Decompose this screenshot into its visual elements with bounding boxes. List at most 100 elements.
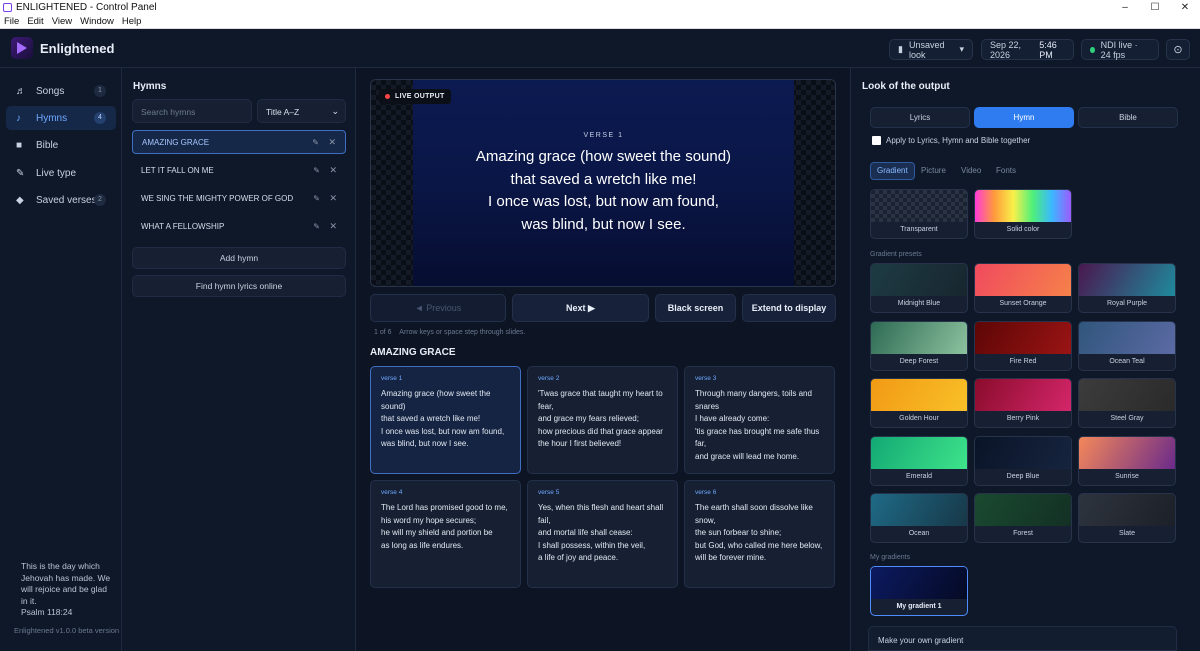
tile-label: Ocean (908, 530, 930, 537)
tab-fonts[interactable]: Fonts (990, 162, 1022, 180)
segment-lyrics[interactable]: Lyrics (870, 107, 970, 128)
verse-label: verse 4 (381, 489, 403, 496)
gradient-tile-deep-blue[interactable]: Deep Blue (974, 435, 1072, 486)
verse-label: verse 1 (381, 375, 403, 382)
menu-window[interactable]: Window (80, 16, 114, 27)
close-window-button[interactable]: ✕ (1170, 0, 1200, 15)
tab-gradient[interactable]: Gradient (870, 162, 915, 180)
menu-edit[interactable]: Edit (27, 16, 43, 27)
delete-icon[interactable]: ✕ (329, 165, 337, 176)
presets-label: Gradient presets (870, 251, 922, 258)
verse-card[interactable]: verse 6 The earth shall soon dissolve li… (684, 480, 835, 588)
sidebar-item-label: Bible (36, 139, 59, 151)
menu-file[interactable]: File (4, 16, 19, 27)
gradient-tile-midnight-blue[interactable]: Midnight Blue (870, 263, 968, 313)
sidebar-item-live-type[interactable]: ✎ Live type (6, 161, 116, 185)
delete-icon[interactable]: ✕ (329, 193, 337, 204)
keyboard-hint: Arrow keys or space step through slides. (399, 329, 526, 336)
segment-bible[interactable]: Bible (1078, 107, 1178, 128)
quote-reference: Psalm 118:24 (21, 607, 73, 617)
hymn-list-item[interactable]: WE SING THE MIGHTY POWER OF GOD ✎ ✕ (132, 186, 346, 210)
make-gradient-section[interactable]: Make your own gradient (868, 626, 1177, 651)
edit-icon[interactable]: ✎ (313, 222, 320, 231)
previous-button[interactable]: ◄ Previous (370, 294, 506, 322)
delete-icon[interactable]: ✕ (328, 137, 336, 148)
menu-bar: File Edit View Window Help (0, 15, 1200, 29)
gradient-tile-my-gradient-1[interactable]: My gradient 1 (870, 566, 968, 616)
edit-icon[interactable]: ✎ (312, 138, 319, 147)
hymn-list-panel: Hymns Search hymns Title A–Z ⌄ AMAZING G… (122, 68, 356, 651)
panel-title: Hymns (133, 81, 167, 92)
gradient-tile-berry-pink[interactable]: Berry Pink (974, 378, 1072, 428)
gradient-swatch (871, 494, 967, 526)
gradient-swatch (975, 379, 1071, 411)
quote-text: This is the day which Jehovah has made. … (21, 561, 111, 606)
menu-help[interactable]: Help (122, 16, 142, 27)
find-lyrics-online-button[interactable]: Find hymn lyrics online (132, 275, 346, 297)
sidebar-item-label: Songs (36, 85, 65, 97)
sidebar-item-saved-verses[interactable]: ◆ Saved verses 2 (6, 188, 116, 212)
gradient-tile-slate[interactable]: Slate (1078, 493, 1176, 543)
app-name: Enlightened (40, 41, 115, 56)
output-slide: VERSE 1 Amazing grace (how sweet the sou… (413, 80, 794, 286)
extend-to-display-button[interactable]: Extend to display (742, 294, 836, 322)
minimize-button[interactable]: – (1110, 0, 1140, 15)
gradient-tile-fire-red[interactable]: Fire Red (974, 320, 1072, 371)
sidebar-item-hymns[interactable]: ♪ Hymns 4 (6, 106, 116, 130)
gradient-tile-solid-color[interactable]: Solid color (974, 189, 1072, 239)
tab-picture[interactable]: Picture (915, 162, 952, 180)
verse-label: verse 5 (538, 489, 560, 496)
hymn-list-item[interactable]: AMAZING GRACE ✎ ✕ (132, 130, 346, 154)
verse-label: verse 6 (695, 489, 717, 496)
segment-hymn[interactable]: Hymn (974, 107, 1074, 128)
look-label: Unsaved look (908, 39, 945, 60)
chevron-down-icon: ⌄ (331, 106, 339, 116)
verse-card[interactable]: verse 2 'Twas grace that taught my heart… (527, 366, 678, 474)
gradient-swatch (975, 494, 1071, 526)
black-screen-button[interactable]: Black screen (655, 294, 736, 322)
gradient-tile-sunrise[interactable]: Sunrise (1078, 435, 1176, 486)
gradient-tile-golden-hour[interactable]: Golden Hour (870, 378, 968, 428)
maximize-button[interactable]: ☐ (1140, 0, 1170, 15)
window-titlebar: ENLIGHTENED - Control Panel – ☐ ✕ (0, 0, 1200, 15)
sidebar-item-songs[interactable]: ♬ Songs 1 (6, 79, 116, 103)
verse-card[interactable]: verse 1 Amazing grace (how sweet the sou… (370, 366, 521, 474)
gradient-tile-transparent[interactable]: Transparent (870, 189, 968, 239)
search-input[interactable]: Search hymns (132, 99, 252, 123)
verse-text: Yes, when this flesh and heart shall fai… (538, 503, 664, 563)
tile-label: Forest (1013, 530, 1033, 537)
gradient-tile-royal-purple[interactable]: Royal Purple (1078, 263, 1176, 313)
gradient-tile-sunset-orange[interactable]: Sunset Orange (974, 263, 1072, 313)
edit-icon[interactable]: ✎ (313, 166, 320, 175)
gradient-swatch (1079, 264, 1175, 296)
gradient-tile-ocean-teal[interactable]: Ocean Teal (1078, 320, 1176, 371)
delete-icon[interactable]: ✕ (329, 221, 337, 232)
gradient-tile-steel-gray[interactable]: Steel Gray (1078, 378, 1176, 428)
settings-button[interactable]: ⊙ (1166, 39, 1190, 60)
gradient-tile-ocean[interactable]: Ocean (870, 493, 968, 543)
look-selector[interactable]: ▮ Unsaved look ▾ (889, 39, 973, 60)
gradient-tile-forest[interactable]: Forest (974, 493, 1072, 543)
hymn-list-item[interactable]: LET IT FALL ON ME ✎ ✕ (132, 158, 346, 182)
verse-card[interactable]: verse 3 Through many dangers, toils and … (684, 366, 835, 474)
verse-card[interactable]: verse 4 The Lord has promised good to me… (370, 480, 521, 588)
tile-label: Berry Pink (1006, 415, 1040, 422)
slide-lyrics: Amazing grace (how sweet the sound) that… (413, 146, 794, 236)
apply-all-label: Apply to Lyrics, Hymn and Bible together (886, 136, 1031, 145)
tab-video[interactable]: Video (955, 162, 987, 180)
hymn-list-item[interactable]: WHAT A FELLOWSHIP ✎ ✕ (132, 214, 346, 238)
sort-select[interactable]: Title A–Z ⌄ (257, 99, 346, 123)
menu-view[interactable]: View (52, 16, 72, 27)
add-hymn-button[interactable]: Add hymn (132, 247, 346, 269)
edit-icon[interactable]: ✎ (313, 194, 320, 203)
song-title: AMAZING GRACE (370, 347, 456, 358)
sidebar-item-bible[interactable]: ■ Bible (6, 133, 116, 157)
gradient-tile-emerald[interactable]: Emerald (870, 435, 968, 486)
gradient-swatch (871, 321, 967, 354)
enlightened-logo-icon (11, 37, 33, 59)
verse-card[interactable]: verse 5 Yes, when this flesh and heart s… (527, 480, 678, 588)
verse-of-the-day: This is the day which Jehovah has made. … (21, 561, 111, 619)
next-button[interactable]: Next ▶ (512, 294, 649, 322)
apply-all-checkbox[interactable] (872, 136, 881, 145)
gradient-tile-deep-forest[interactable]: Deep Forest (870, 320, 968, 371)
